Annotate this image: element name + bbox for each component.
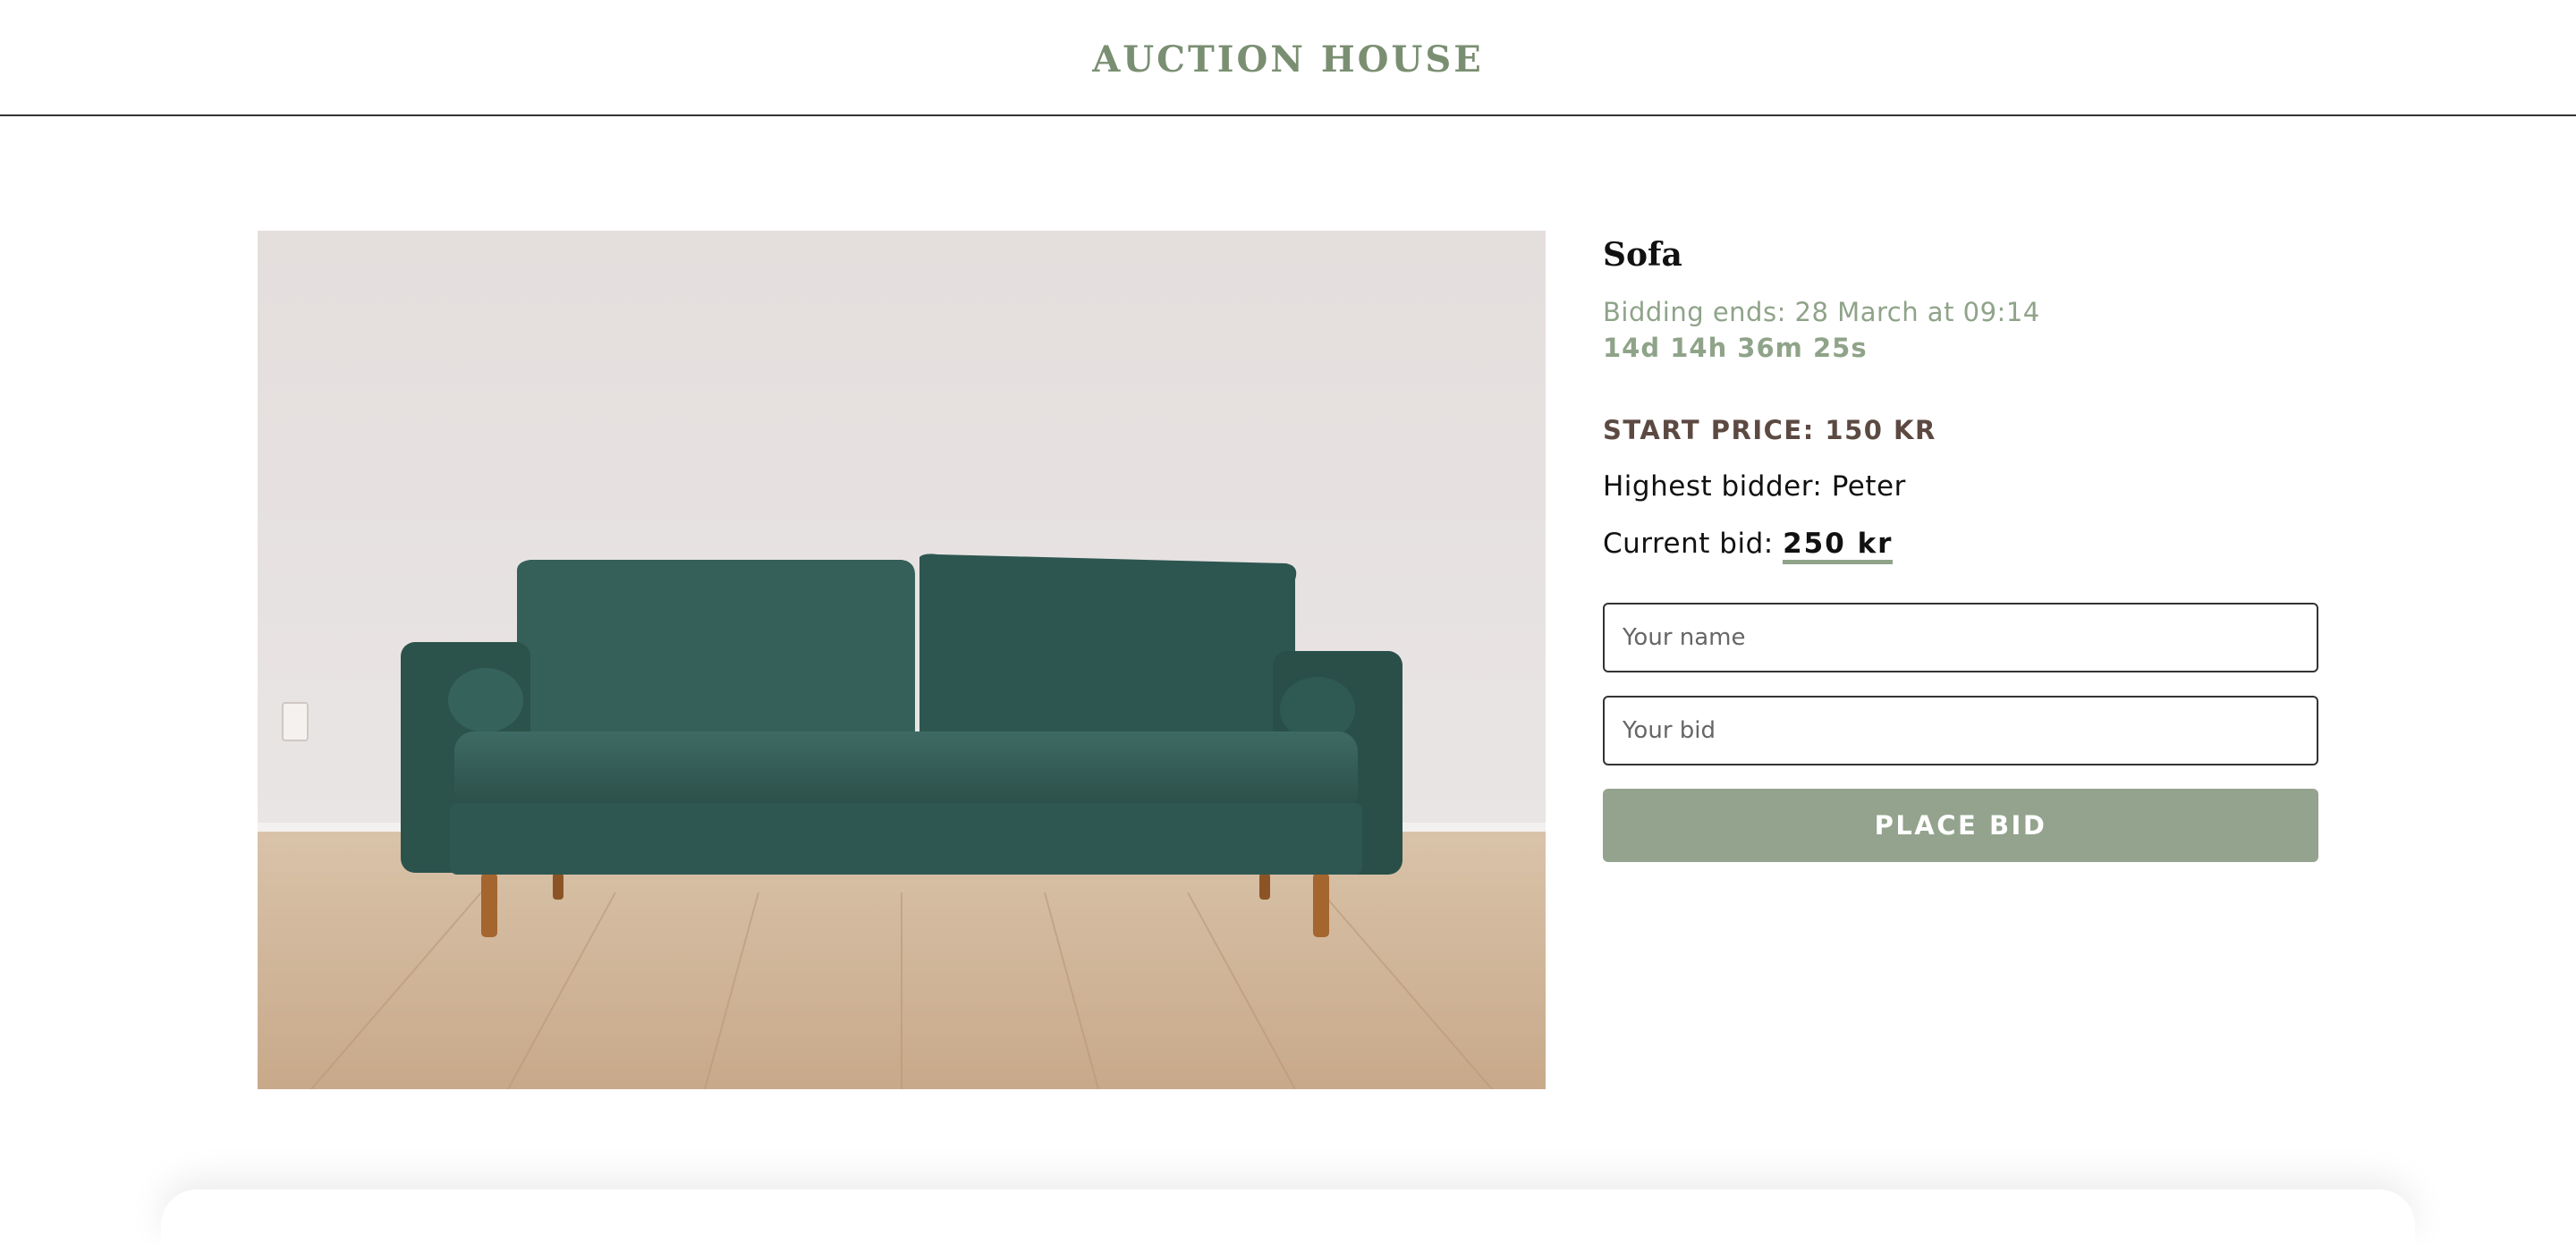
countdown-timer: 14d 14h 36m 25s xyxy=(1603,333,1868,363)
bidding-ends-text: Bidding ends: 28 March at 09:14 xyxy=(1603,297,2040,327)
current-bid: Current bid: 250 kr xyxy=(1603,528,2318,564)
place-bid-button[interactable]: PLACE BID xyxy=(1603,789,2318,862)
brand-logo[interactable]: AUCTION HOUSE xyxy=(1092,38,1483,80)
name-input[interactable] xyxy=(1603,603,2318,672)
current-bid-label: Current bid: xyxy=(1603,528,1784,560)
footer-edge xyxy=(161,1189,2415,1243)
start-price: START PRICE: 150 KR xyxy=(1603,415,1936,445)
highest-bidder: Highest bidder: Peter xyxy=(1603,470,1906,503)
bid-input[interactable] xyxy=(1603,696,2318,765)
product-title: Sofa xyxy=(1603,236,1682,274)
product-image xyxy=(258,231,1546,1089)
current-bid-value: 250 kr xyxy=(1783,528,1894,564)
product-details: Sofa Bidding ends: 28 March at 09:14 14d… xyxy=(1603,231,2318,862)
site-header: AUCTION HOUSE xyxy=(0,0,2576,116)
sofa-photo-icon xyxy=(258,231,1546,1089)
